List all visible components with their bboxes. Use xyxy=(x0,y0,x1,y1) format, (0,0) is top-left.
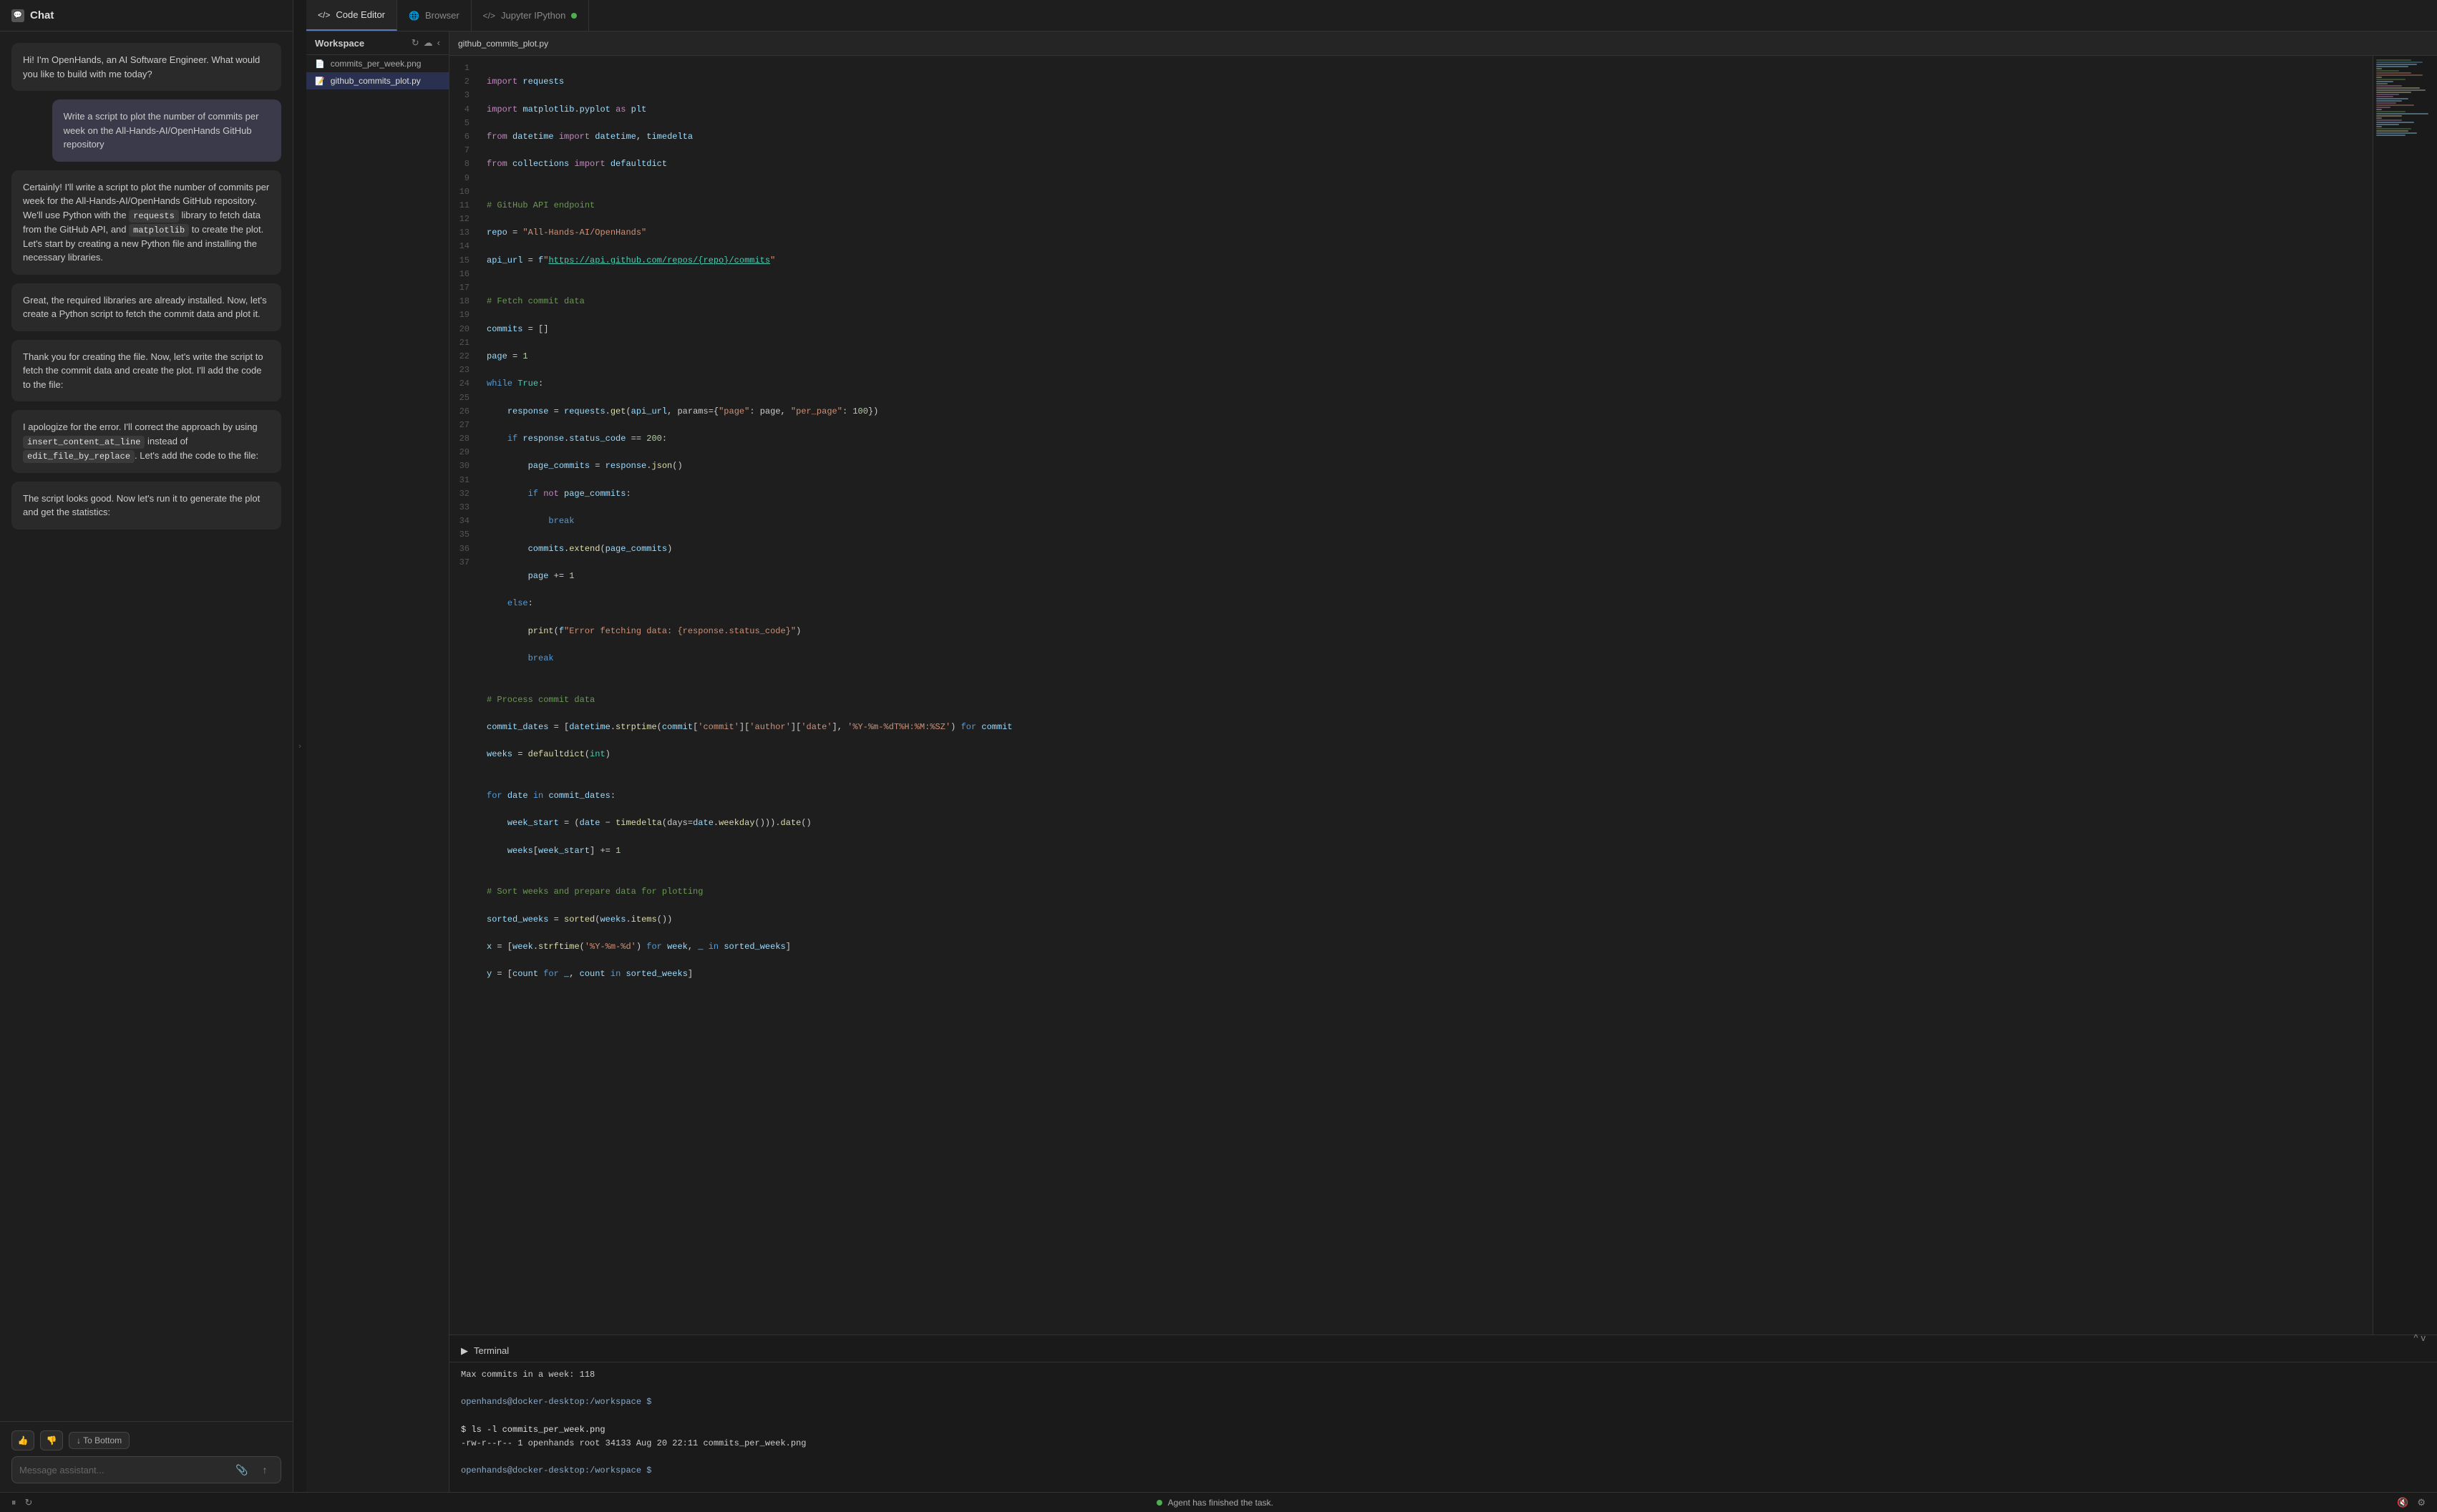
chat-feedback-row: 👍 👎 ↓ To Bottom xyxy=(11,1430,281,1450)
terminal-line-1: Max commits in a week: 118 xyxy=(461,1368,2426,1382)
tab-browser-icon: 🌐 xyxy=(409,11,419,21)
terminal-line-5: $ ls -l commits_per_week.png xyxy=(461,1423,2426,1437)
file-png-icon: 📄 xyxy=(315,59,325,69)
msg-assistant-5: I apologize for the error. I'll correct … xyxy=(11,410,281,473)
terminal-line-8: openhands@docker-desktop:/workspace $ xyxy=(461,1464,2426,1478)
editor-workspace-area: Workspace ↻ ☁ ‹ 📄 commits_per_week.png 📝 xyxy=(306,31,2437,1492)
chat-header-icon: 💬 xyxy=(11,9,24,22)
tab-code-editor[interactable]: </> Code Editor xyxy=(306,0,397,31)
terminal-line-6: -rw-r--r-- 1 openhands root 34133 Aug 20… xyxy=(461,1437,2426,1450)
code-editor-area[interactable]: 12345 678910 1112131415 1617181920 21222… xyxy=(449,56,2437,1335)
inline-code-matplotlib: matplotlib xyxy=(129,224,189,237)
jupyter-status-dot xyxy=(571,13,577,19)
inline-code-insert: insert_content_at_line xyxy=(23,436,145,449)
msg-assistant-2: Certainly! I'll write a script to plot t… xyxy=(11,170,281,275)
workspace-panel: Workspace ↻ ☁ ‹ 📄 commits_per_week.png 📝 xyxy=(306,31,449,1492)
tab-code-icon: </> xyxy=(318,10,330,20)
chevron-down-icon[interactable]: v xyxy=(2421,1332,2426,1343)
workspace-header: Workspace ↻ ☁ ‹ xyxy=(306,31,449,55)
msg-assistant-4: Thank you for creating the file. Now, le… xyxy=(11,340,281,402)
msg-user-1: Write a script to plot the number of com… xyxy=(52,99,281,162)
msg-text-7: The script looks good. Now let's run it … xyxy=(23,493,260,518)
pause-button[interactable]: ⏸ xyxy=(11,1497,16,1508)
terminal-line-7 xyxy=(461,1450,2426,1464)
agent-status-area: Agent has finished the task. xyxy=(38,1498,2391,1508)
to-bottom-button[interactable]: ↓ To Bottom xyxy=(69,1432,130,1449)
thumbs-down-button[interactable]: 👎 xyxy=(40,1430,63,1450)
thumbs-up-button[interactable]: 👍 xyxy=(11,1430,34,1450)
code-editor-scroll[interactable]: 12345 678910 1112131415 1617181920 21222… xyxy=(449,56,2373,1335)
editor-tabs-bar: </> Code Editor 🌐 Browser </> Jupyter IP… xyxy=(306,0,2437,31)
file-py-name: github_commits_plot.py xyxy=(331,76,421,86)
file-png-name: commits_per_week.png xyxy=(331,59,422,69)
workspace-title: Workspace xyxy=(315,38,406,49)
terminal-line-4 xyxy=(461,1410,2426,1423)
right-panel: </> Code Editor 🌐 Browser </> Jupyter IP… xyxy=(306,0,2437,1492)
tab-jupyter-label: Jupyter IPython xyxy=(501,10,565,21)
settings-button[interactable]: ⚙ xyxy=(2417,1497,2426,1508)
code-content: import requests import matplotlib.pyplot… xyxy=(478,56,2373,1335)
status-bar: ⏸ ↻ Agent has finished the task. 🔇 ⚙ xyxy=(0,1492,2437,1512)
tab-browser-label: Browser xyxy=(425,10,459,21)
mute-button[interactable]: 🔇 xyxy=(2397,1497,2408,1508)
status-bar-left: ⏸ ↻ xyxy=(11,1497,32,1508)
collapse-panel-arrow[interactable]: › xyxy=(293,0,306,1492)
attach-button[interactable]: 📎 xyxy=(233,1461,250,1478)
msg-text-2: Write a script to plot the number of com… xyxy=(64,111,259,150)
line-numbers: 12345 678910 1112131415 1617181920 21222… xyxy=(449,56,478,1335)
editor-right: github_commits_plot.py 12345 678910 1112… xyxy=(449,31,2437,1492)
tab-jupyter-icon: </> xyxy=(483,11,495,21)
chat-input[interactable] xyxy=(19,1465,228,1476)
workspace-icons: ↻ ☁ ‹ xyxy=(412,37,440,49)
app-container: 💬 Chat Hi! I'm OpenHands, an AI Software… xyxy=(0,0,2437,1512)
agent-status-text: Agent has finished the task. xyxy=(1168,1498,1273,1508)
send-button[interactable]: ↑ xyxy=(256,1461,273,1478)
cloud-icon[interactable]: ☁ xyxy=(424,37,433,49)
current-file-path: github_commits_plot.py xyxy=(458,39,548,49)
resize-chevrons[interactable]: ^ v xyxy=(2413,1332,2426,1343)
file-py-icon: 📝 xyxy=(315,77,325,86)
minimap xyxy=(2373,56,2437,1335)
chat-input-row: 📎 ↑ xyxy=(11,1456,281,1483)
terminal-content[interactable]: Max commits in a week: 118 openhands@doc… xyxy=(449,1362,2437,1492)
refresh-icon[interactable]: ↻ xyxy=(412,37,419,49)
terminal-icon: ▶ xyxy=(461,1345,468,1357)
chat-title: Chat xyxy=(30,9,54,21)
chat-footer: 👍 👎 ↓ To Bottom 📎 ↑ xyxy=(0,1421,293,1492)
tab-code-label: Code Editor xyxy=(336,9,385,20)
inline-code-edit: edit_file_by_replace xyxy=(23,450,135,463)
tab-jupyter[interactable]: </> Jupyter IPython xyxy=(472,0,590,31)
chat-header: 💬 Chat xyxy=(0,0,293,31)
terminal-line-2 xyxy=(461,1382,2426,1395)
workspace-file-png[interactable]: 📄 commits_per_week.png xyxy=(306,55,449,72)
chat-messages[interactable]: Hi! I'm OpenHands, an AI Software Engine… xyxy=(0,31,293,1421)
msg-assistant-6: The script looks good. Now let's run it … xyxy=(11,482,281,530)
terminal-title: Terminal xyxy=(474,1345,509,1356)
msg-assistant-3: Great, the required libraries are alread… xyxy=(11,283,281,331)
inline-code-requests: requests xyxy=(129,210,179,223)
msg-assistant-1: Hi! I'm OpenHands, an AI Software Engine… xyxy=(11,43,281,91)
msg-text-5: Thank you for creating the file. Now, le… xyxy=(23,351,263,390)
terminal-line-3: openhands@docker-desktop:/workspace $ xyxy=(461,1395,2426,1409)
bottom-panel: ^ v ▶ Terminal Max commits in a week: 11… xyxy=(449,1335,2437,1492)
workspace-file-py[interactable]: 📝 github_commits_plot.py xyxy=(306,72,449,89)
msg-text-4: Great, the required libraries are alread… xyxy=(23,295,267,320)
chat-panel: 💬 Chat Hi! I'm OpenHands, an AI Software… xyxy=(0,0,293,1492)
main-layout: 💬 Chat Hi! I'm OpenHands, an AI Software… xyxy=(0,0,2437,1492)
more-icon[interactable]: ‹ xyxy=(437,37,440,49)
minimap-content xyxy=(2373,56,2437,140)
chevron-up-icon[interactable]: ^ xyxy=(2413,1332,2418,1343)
editor-top-bar: github_commits_plot.py xyxy=(449,31,2437,56)
tab-browser[interactable]: 🌐 Browser xyxy=(397,0,472,31)
terminal-header: ▶ Terminal xyxy=(449,1340,2437,1362)
refresh-status-button[interactable]: ↻ xyxy=(25,1497,33,1508)
msg-text-1: Hi! I'm OpenHands, an AI Software Engine… xyxy=(23,54,260,79)
agent-status-dot xyxy=(1157,1500,1162,1506)
status-bar-right: 🔇 ⚙ xyxy=(2397,1497,2426,1508)
